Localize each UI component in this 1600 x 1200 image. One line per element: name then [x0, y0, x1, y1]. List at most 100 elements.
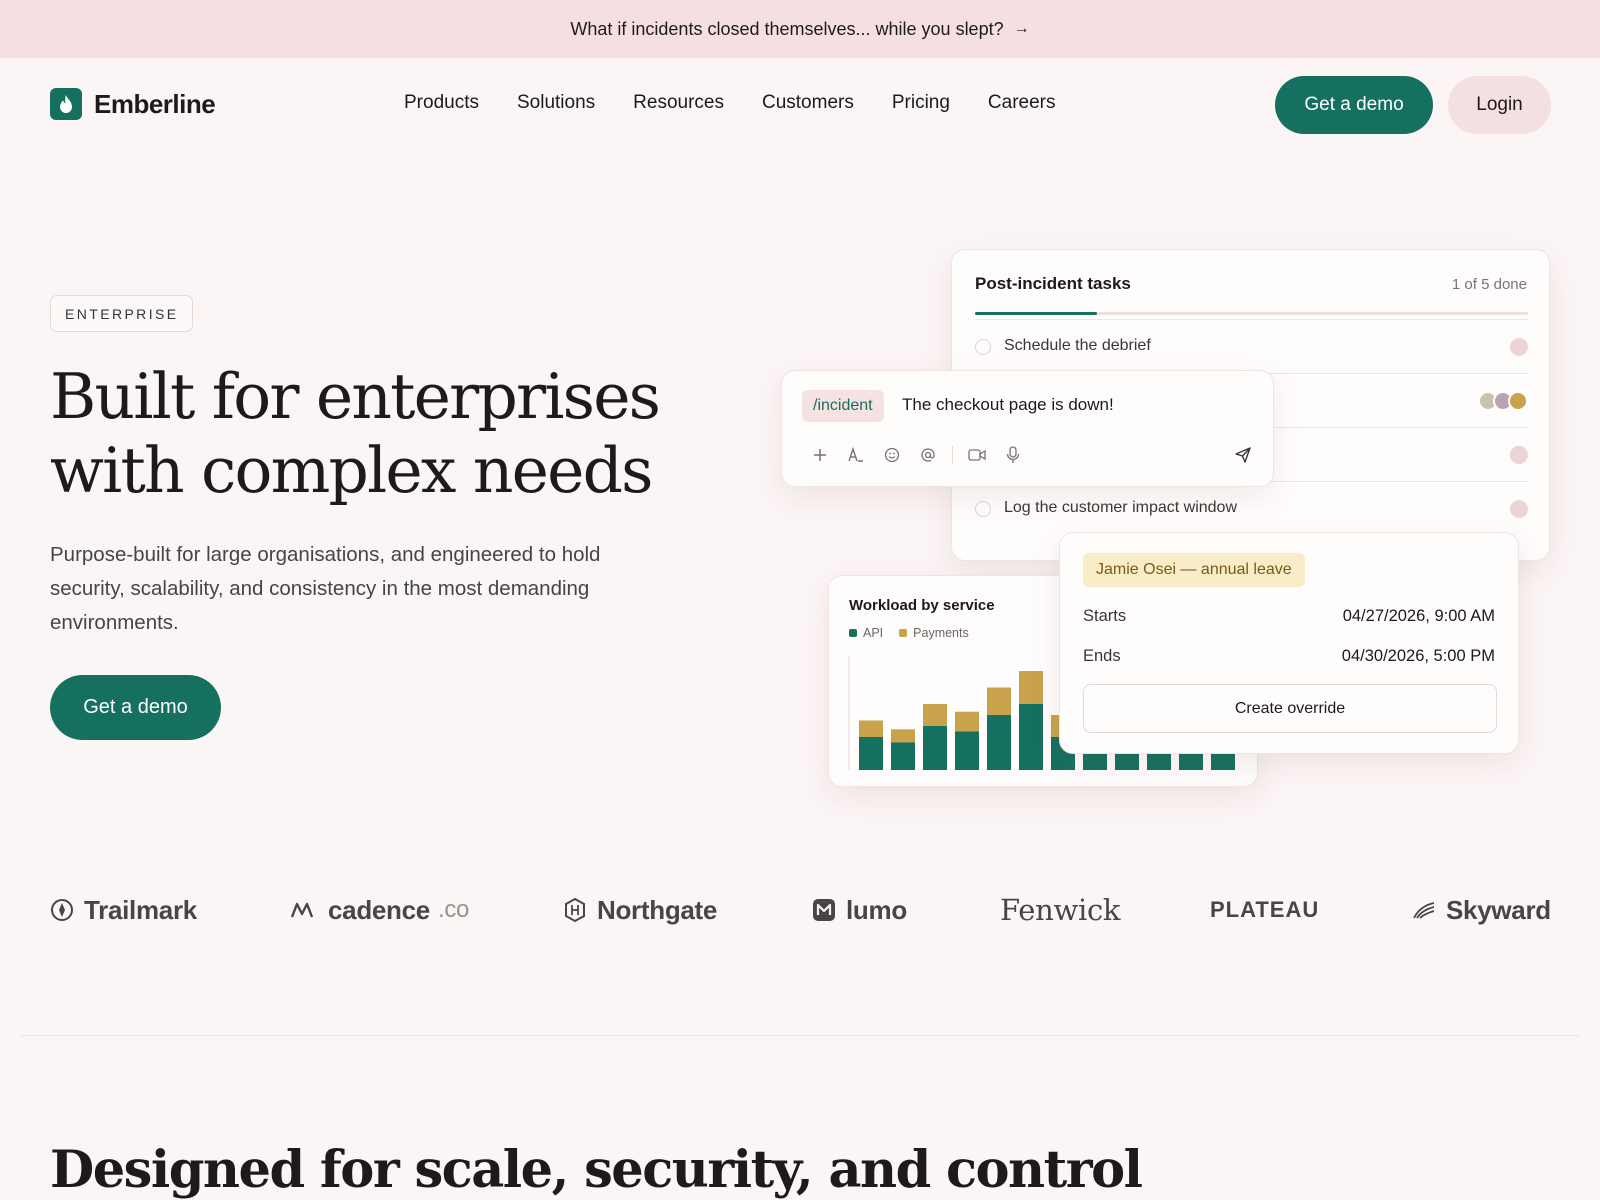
mic-icon[interactable] [995, 441, 1031, 469]
logo-fenwick: Fenwick [1000, 888, 1120, 932]
nav-item-solutions[interactable]: Solutions [517, 92, 595, 114]
video-icon[interactable] [959, 441, 995, 469]
nav-demo-button[interactable]: Get a demo [1275, 76, 1433, 134]
incident-composer[interactable]: /incident The checkout page is down! [781, 370, 1274, 487]
emoji-icon[interactable] [874, 441, 910, 469]
logo-text: PLATEAU [1210, 897, 1320, 922]
tasks-title: Post-incident tasks [975, 274, 1131, 293]
login-button[interactable]: Login [1448, 76, 1551, 134]
brand-logo[interactable]: Emberline [50, 88, 216, 120]
hero-subtitle: Purpose-built for large organisations, a… [50, 543, 601, 634]
task-row[interactable]: Schedule the debrief [975, 319, 1528, 373]
lumo-mark-icon [813, 899, 835, 921]
bar-api [1019, 704, 1043, 770]
hero-title: Built for enterprises with complex needs [50, 360, 690, 508]
tasks-progress-bar [975, 312, 1528, 315]
assignee-dot [1510, 446, 1528, 464]
nav-item-resources[interactable]: Resources [633, 92, 724, 114]
bar-payments [891, 729, 915, 743]
legend-label: Payments [913, 626, 969, 640]
compass-icon [51, 899, 73, 921]
hero-title-line1: Built for enterprises [50, 360, 661, 433]
bar-payments [923, 704, 947, 726]
nav-links: Products Solutions Resources Customers P… [404, 92, 1056, 114]
starts-row: Starts 04/27/2026, 9:00 AM [1083, 607, 1495, 626]
leave-override-card: Jamie Osei — annual leave Starts 04/27/2… [1059, 532, 1519, 754]
tasks-count: 1 of 5 done [1451, 276, 1527, 293]
cadence-mark-icon [290, 902, 314, 918]
flame-icon [50, 88, 82, 120]
ends-row: Ends 04/30/2026, 5:00 PM [1083, 647, 1495, 666]
assignee-dot [1510, 338, 1528, 356]
wings-icon [1413, 902, 1435, 919]
create-override-button[interactable]: Create override [1083, 684, 1497, 733]
hexagon-icon [565, 897, 585, 923]
assignee-dot [1510, 500, 1528, 518]
task-label: Schedule the debrief [1004, 337, 1151, 354]
composer-toolbar [802, 441, 1031, 469]
bar-api [955, 731, 979, 770]
chart-legend: API Payments [849, 626, 969, 640]
task-row[interactable]: Log the customer impact window [975, 481, 1528, 535]
legend-swatch [899, 629, 908, 637]
logo-lumo: lumo [812, 888, 907, 932]
bar-payments [1019, 671, 1043, 704]
bar-payments [859, 720, 883, 737]
section-title: Designed for scale, security, and contro… [50, 1140, 1143, 1200]
logo-skyward: Skyward [1412, 888, 1551, 932]
bar-api [923, 726, 947, 770]
logo-text: Northgate [597, 894, 718, 925]
logo-text: Skyward [1446, 894, 1551, 925]
section-divider [20, 1035, 1580, 1036]
leave-badge: Jamie Osei — annual leave [1083, 553, 1305, 587]
legend-label: API [863, 626, 884, 640]
nav-item-pricing[interactable]: Pricing [892, 92, 950, 114]
assignee-avatars [1478, 391, 1528, 411]
toolbar-divider [952, 446, 953, 464]
avatar [1508, 391, 1528, 411]
starts-value: 04/27/2026, 9:00 AM [1342, 607, 1495, 625]
logo-text: Fenwick [1000, 893, 1121, 927]
composer-message[interactable]: The checkout page is down! [902, 395, 1114, 415]
bar-api [987, 715, 1011, 770]
task-label: Log the customer impact window [1004, 499, 1237, 516]
nav-item-products[interactable]: Products [404, 92, 479, 114]
brand-name: Emberline [94, 88, 216, 119]
text-format-icon[interactable] [838, 441, 874, 469]
hero-demo-button[interactable]: Get a demo [50, 675, 221, 740]
hero-title-line2: with complex needs [50, 434, 653, 507]
logo-text: lumo [846, 894, 907, 925]
chart-title: Workload by service [849, 597, 995, 614]
bar-payments [987, 687, 1011, 715]
nav-item-careers[interactable]: Careers [988, 92, 1056, 114]
bar-api [1115, 753, 1139, 770]
ends-label: Ends [1083, 647, 1121, 665]
logo-cadence: cadence .co [290, 888, 469, 932]
incident-command-tag: /incident [802, 390, 884, 422]
legend-swatch [849, 629, 857, 637]
announcement-banner[interactable]: What if incidents closed themselves... w… [0, 0, 1600, 58]
starts-label: Starts [1083, 607, 1127, 625]
mention-icon[interactable] [910, 441, 946, 469]
send-icon[interactable] [1229, 441, 1257, 469]
legend-item-api: API [849, 626, 883, 640]
bar-api [891, 742, 915, 770]
task-checkbox[interactable] [975, 339, 991, 355]
legend-item-payments: Payments [899, 626, 969, 640]
enterprise-badge: ENTERPRISE [50, 295, 194, 332]
logo-text: Trailmark [84, 894, 197, 925]
customer-logos: Trailmark cadence .co Northgate lumo Fen… [0, 888, 1600, 932]
arrow-right-icon: → [1013, 20, 1030, 37]
logo-suffix: .co [437, 896, 470, 923]
bar-api [1211, 753, 1235, 770]
top-nav: Emberline Products Solutions Resources C… [0, 76, 1600, 134]
banner-text: What if incidents closed themselves... w… [570, 18, 1004, 39]
ends-value: 04/30/2026, 5:00 PM [1341, 647, 1495, 665]
nav-item-customers[interactable]: Customers [762, 92, 854, 114]
bar-payments [955, 711, 979, 732]
tasks-progress-fill [975, 312, 1097, 315]
bar-api [859, 737, 883, 770]
plus-icon[interactable] [802, 441, 838, 469]
task-checkbox[interactable] [975, 501, 991, 517]
bar-api [1147, 753, 1171, 770]
